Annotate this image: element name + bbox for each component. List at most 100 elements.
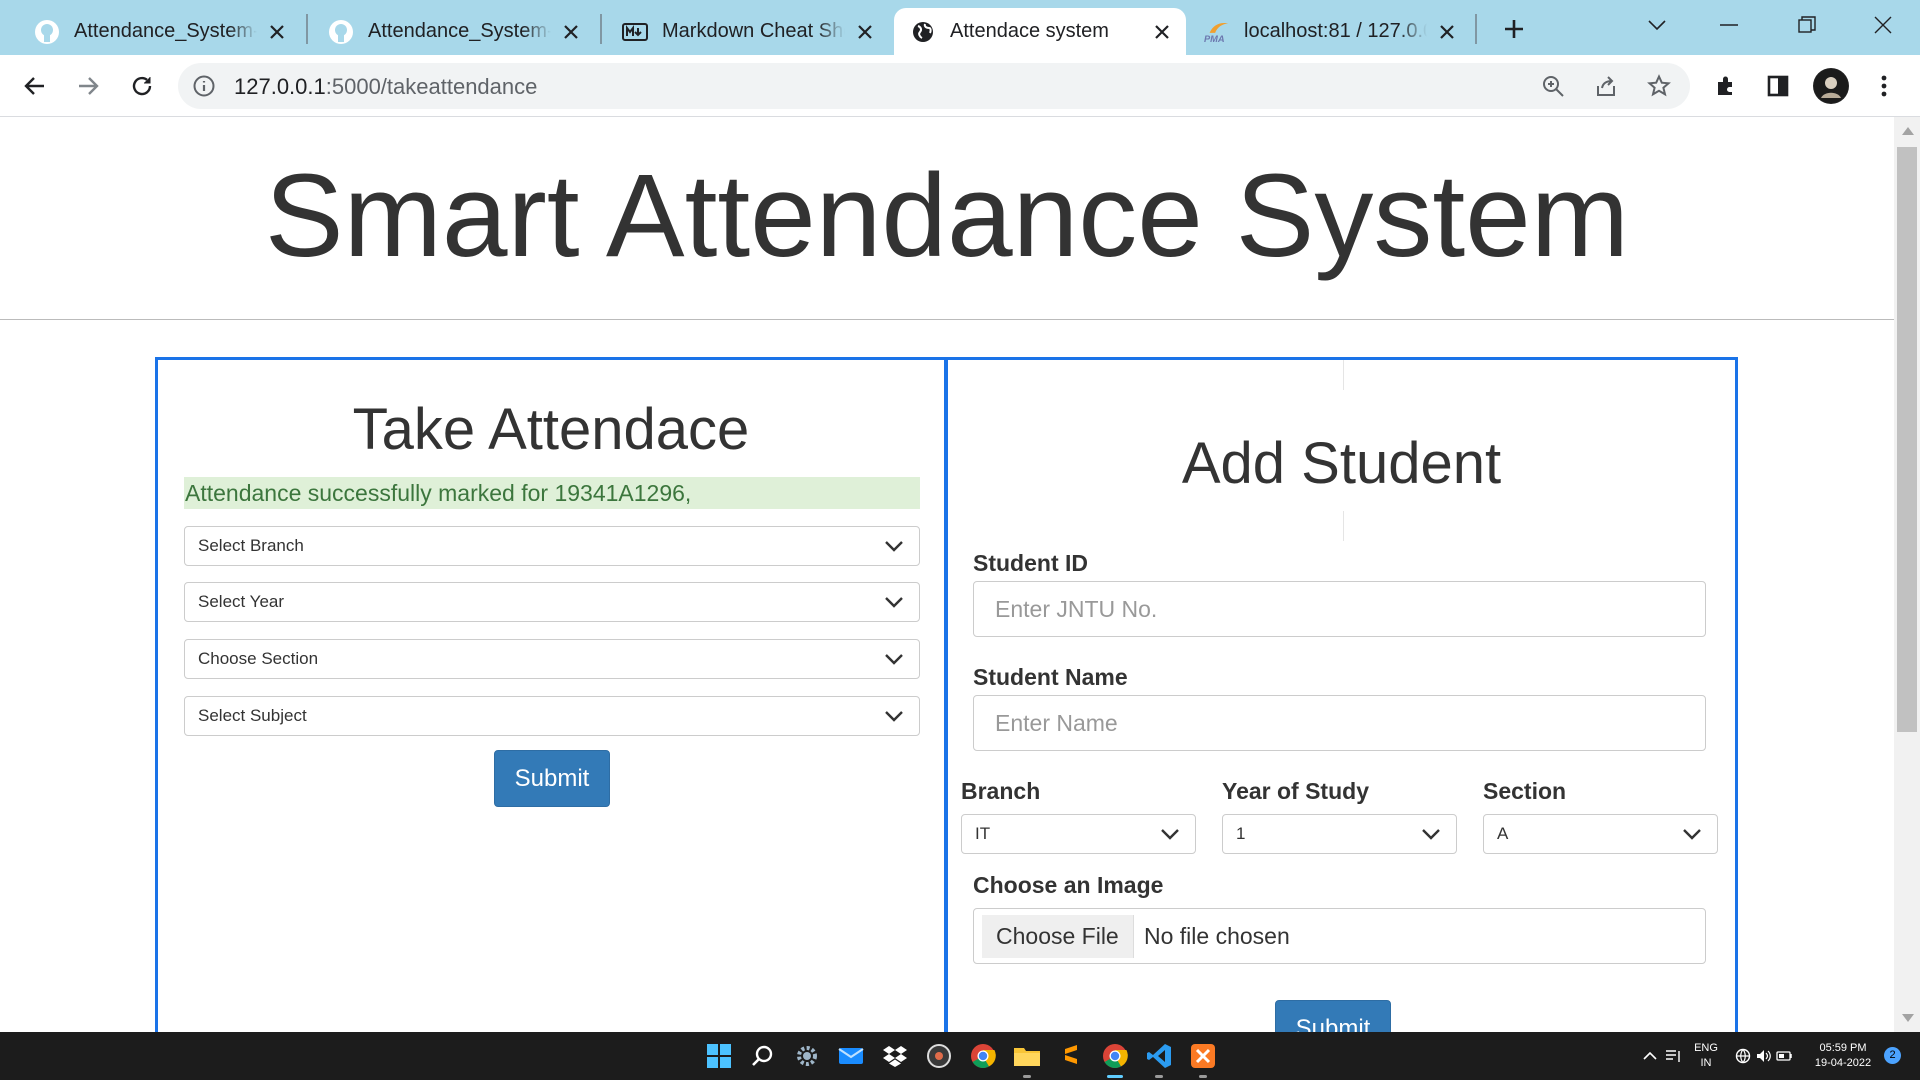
profile-avatar[interactable] xyxy=(1813,68,1849,104)
scrollbar-thumb[interactable] xyxy=(1897,147,1917,732)
take-attendance-submit-button[interactable]: Submit xyxy=(494,750,610,807)
choose-file-button[interactable]: Choose File xyxy=(982,915,1134,958)
chrome-app[interactable] xyxy=(967,1040,999,1072)
window-close-button[interactable] xyxy=(1858,6,1908,44)
student-year-select[interactable]: 1 xyxy=(1222,814,1457,854)
divider xyxy=(1343,511,1344,541)
student-section-select[interactable]: A xyxy=(1483,814,1718,854)
add-student-panel: Add Student Student ID Enter JNTU No. St… xyxy=(945,357,1738,1032)
chevron-down-icon xyxy=(1161,829,1179,840)
start-button[interactable] xyxy=(703,1040,735,1072)
github-icon xyxy=(34,19,60,45)
chrome-icon xyxy=(971,1044,996,1069)
tab-github-1[interactable]: Attendance_System-V xyxy=(18,8,301,55)
tab-separator xyxy=(600,14,602,44)
tab-search-button[interactable] xyxy=(1632,6,1682,44)
bookmark-star-icon[interactable] xyxy=(1646,73,1672,99)
language-indicator[interactable]: ENG IN xyxy=(1690,1041,1722,1071)
subject-select[interactable]: Select Subject xyxy=(184,696,920,736)
mail-app[interactable] xyxy=(835,1040,867,1072)
tray-overflow-button[interactable] xyxy=(1640,1040,1660,1072)
tab-attendance-active[interactable]: Attendace system xyxy=(894,8,1186,55)
dropbox-icon xyxy=(883,1046,907,1067)
xampp-app[interactable] xyxy=(1187,1040,1219,1078)
section-label: Section xyxy=(1483,778,1567,804)
success-alert: Attendance successfully marked for 19341… xyxy=(184,477,920,509)
add-student-submit-button[interactable]: Submit xyxy=(1275,1000,1391,1032)
student-branch-select[interactable]: IT xyxy=(961,814,1196,854)
tab-title: Attendance_System-V xyxy=(74,20,257,42)
media-app[interactable] xyxy=(923,1040,955,1072)
zoom-icon[interactable] xyxy=(1540,73,1566,99)
reload-button[interactable] xyxy=(123,67,161,105)
side-panel-button[interactable] xyxy=(1760,68,1796,104)
xampp-icon xyxy=(1191,1044,1215,1068)
minimize-button[interactable] xyxy=(1704,6,1754,44)
phpmyadmin-icon: PMA xyxy=(1204,19,1230,45)
year-select[interactable]: Select Year xyxy=(184,582,920,622)
image-file-input[interactable]: Choose File No file chosen xyxy=(973,908,1706,964)
windows-logo-icon xyxy=(707,1044,731,1068)
page-scrollbar[interactable] xyxy=(1894,117,1920,1032)
sublime-icon xyxy=(1065,1045,1077,1064)
disc-icon xyxy=(927,1044,951,1068)
tab-github-2[interactable]: Attendance_System-V xyxy=(312,8,595,55)
forward-button[interactable] xyxy=(69,67,107,105)
extensions-button[interactable] xyxy=(1708,68,1744,104)
avatar-icon xyxy=(1814,69,1848,103)
divider xyxy=(1343,360,1344,390)
student-name-label: Student Name xyxy=(973,664,1128,690)
file-explorer-app[interactable] xyxy=(1011,1040,1043,1078)
notification-badge[interactable]: 2 xyxy=(1884,1047,1901,1064)
close-icon[interactable] xyxy=(559,20,583,44)
arrow-left-icon xyxy=(24,77,44,95)
language-code: ENG xyxy=(1694,1042,1718,1054)
menu-button[interactable] xyxy=(1866,68,1902,104)
dropbox-app[interactable] xyxy=(879,1040,911,1072)
year-select-value: Select Year xyxy=(198,592,285,611)
mail-icon xyxy=(838,1048,864,1064)
side-panel-icon xyxy=(1767,75,1789,97)
restore-button[interactable] xyxy=(1782,6,1832,44)
settings-app[interactable] xyxy=(791,1040,823,1072)
close-icon xyxy=(1874,16,1892,34)
student-id-label: Student ID xyxy=(973,550,1088,576)
vscode-app[interactable] xyxy=(1143,1040,1175,1078)
chevron-down-icon xyxy=(1422,829,1440,840)
pen-menu-button[interactable] xyxy=(1662,1040,1686,1072)
clock[interactable]: 05:59 PM 19-04-2022 xyxy=(1808,1041,1878,1071)
new-tab-button[interactable] xyxy=(1497,12,1531,46)
close-icon[interactable] xyxy=(853,20,877,44)
section-select[interactable]: Choose Section xyxy=(184,639,920,679)
file-status: No file chosen xyxy=(1144,923,1290,949)
tab-title: Attendance_System-V xyxy=(368,20,551,42)
close-icon[interactable] xyxy=(265,20,289,44)
year-of-study-label: Year of Study xyxy=(1222,778,1369,804)
student-name-input[interactable]: Enter Name xyxy=(973,695,1706,751)
quick-settings-button[interactable] xyxy=(1734,1040,1794,1072)
info-icon[interactable] xyxy=(192,74,216,98)
address-bar[interactable]: 127.0.0.1:5000/takeattendance xyxy=(178,63,1690,109)
scroll-up-arrow-icon[interactable] xyxy=(1902,127,1914,135)
share-icon[interactable] xyxy=(1593,73,1619,99)
choose-image-label: Choose an Image xyxy=(973,872,1164,898)
student-year-value: 1 xyxy=(1236,824,1246,843)
branch-select-value: Select Branch xyxy=(198,536,304,555)
folder-icon xyxy=(1014,1048,1040,1066)
branch-select[interactable]: Select Branch xyxy=(184,526,920,566)
header-divider xyxy=(0,319,1894,320)
close-icon[interactable] xyxy=(1435,20,1459,44)
close-icon[interactable] xyxy=(1150,20,1174,44)
section-select-value: Choose Section xyxy=(198,649,319,668)
windows-taskbar: ENG IN 05:59 PM 19-04-2022 2 xyxy=(0,1032,1920,1080)
scroll-down-arrow-icon[interactable] xyxy=(1902,1014,1914,1022)
chevron-down-icon xyxy=(885,654,903,665)
student-branch-value: IT xyxy=(975,824,991,843)
tab-markdown[interactable]: Markdown Cheat She xyxy=(606,8,889,55)
chrome-app-active[interactable] xyxy=(1099,1040,1131,1078)
tab-phpmyadmin[interactable]: PMA localhost:81 / 127.0.0 xyxy=(1188,8,1471,55)
student-id-input[interactable]: Enter JNTU No. xyxy=(973,581,1706,637)
back-button[interactable] xyxy=(16,67,54,105)
search-button[interactable] xyxy=(747,1040,779,1072)
sublime-app[interactable] xyxy=(1055,1040,1087,1072)
